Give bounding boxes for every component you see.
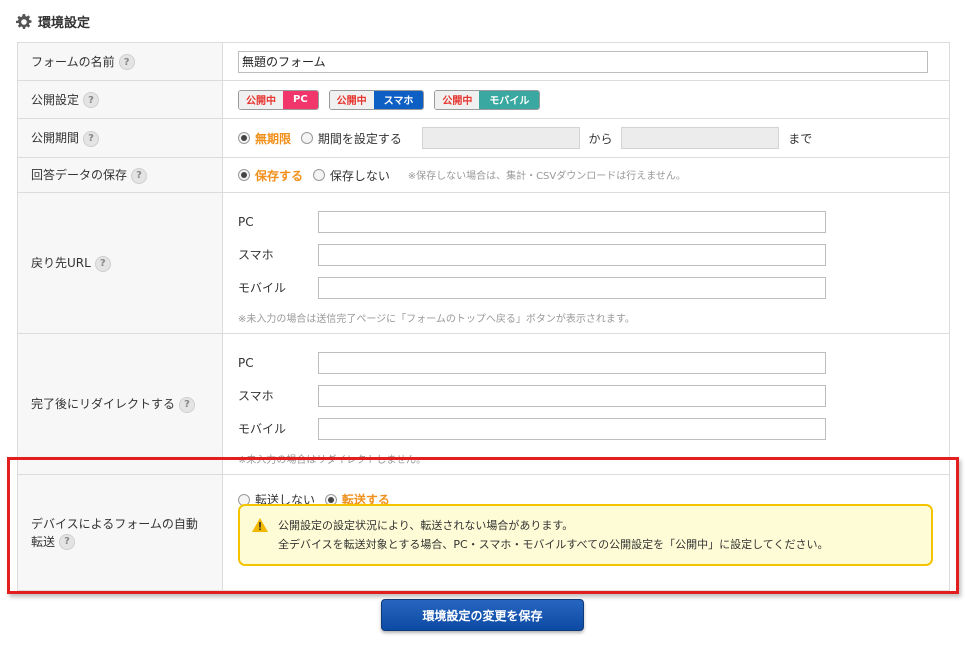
warning-icon [252, 518, 268, 532]
label-device-redirect: デバイスによるフォームの自動転送? [17, 474, 223, 591]
row-save-data: 回答データの保存? 保存する 保存しない ※保存しない場合は、集計・CSVダウン… [17, 157, 950, 193]
save-settings-button[interactable]: 環境設定の変更を保存 [381, 599, 584, 631]
save-data-note: ※保存しない場合は、集計・CSVダウンロードは行えません。 [407, 170, 686, 182]
gear-icon [16, 13, 32, 29]
redirect-pc-label: PC [238, 355, 254, 370]
return-url-note: ※未入力の場合は送信完了ページに「フォームのトップへ戻る」ボタンが表示されます。 [238, 314, 635, 325]
redirect-sp-label: スマホ [238, 389, 274, 403]
badge-device: モバイル [479, 90, 540, 109]
redirect-sp-input[interactable] [318, 384, 826, 407]
return-pc-label: PC [238, 214, 254, 229]
help-icon[interactable]: ? [59, 534, 76, 550]
badge-status: 公開中 [329, 90, 374, 109]
row-return-url: 戻り先URL? PC スマホ モバイル ※未入力の場合は送信完了ページに「フォー… [17, 192, 950, 334]
publish-badge-モバイル[interactable]: 公開中 モバイル [434, 89, 541, 110]
help-icon[interactable]: ? [83, 92, 100, 109]
return-mobile-label: モバイル [238, 281, 287, 295]
page-title: 環境設定 [16, 12, 90, 31]
help-icon[interactable]: ? [131, 167, 148, 184]
badge-device: スマホ [373, 90, 424, 109]
row-publish: 公開設定? 公開中 PC 公開中 スマホ 公開中 モバイル [17, 80, 950, 119]
help-icon[interactable]: ? [94, 255, 111, 272]
label-save-data: 回答データの保存? [17, 157, 223, 193]
radio-nosave[interactable]: 保存しない [312, 167, 390, 184]
badge-device: PC [283, 90, 318, 109]
help-icon[interactable]: ? [83, 130, 100, 147]
row-redirect: 完了後にリダイレクトする? PC スマホ モバイル ※未入力の場合はリダイレクト… [17, 333, 950, 475]
return-mobile-input[interactable] [318, 276, 826, 299]
period-end-input[interactable] [621, 127, 780, 149]
label-form-name: フォームの名前? [17, 42, 223, 81]
form-name-input[interactable] [238, 50, 928, 73]
label-return-url: 戻り先URL? [17, 192, 223, 334]
label-period: 公開期間? [17, 118, 223, 158]
period-start-input[interactable] [421, 127, 580, 149]
redirect-pc-input[interactable] [318, 351, 826, 374]
publish-badge-PC[interactable]: 公開中 PC [238, 89, 319, 110]
warning-line-2: 全デバイスを転送対象とする場合、PC・スマホ・モバイルすべての公開設定を「公開中… [278, 538, 829, 551]
help-icon[interactable]: ? [118, 54, 135, 71]
return-pc-input[interactable] [318, 210, 826, 233]
page-title-text: 環境設定 [38, 16, 91, 31]
row-period: 公開期間? 無期限 期間を設定する から まで [17, 118, 950, 158]
redirect-mobile-input[interactable] [318, 417, 826, 440]
badge-status: 公開中 [239, 90, 283, 109]
period-to-label: まで [788, 131, 813, 146]
row-form-name: フォームの名前? [17, 42, 950, 81]
radio-set-period[interactable]: 期間を設定する [300, 130, 402, 147]
warning-line-1: 公開設定の設定状況により、転送されない場合があります。 [278, 519, 574, 532]
help-icon[interactable]: ? [179, 396, 196, 413]
warning-box: 公開設定の設定状況により、転送されない場合があります。 全デバイスを転送対象とす… [238, 504, 933, 566]
period-from-label: から [588, 131, 613, 146]
radio-unlimited[interactable]: 無期限 [238, 130, 291, 147]
redirect-mobile-label: モバイル [238, 422, 287, 436]
return-sp-input[interactable] [318, 243, 826, 266]
redirect-note: ※未入力の場合はリダイレクトしません。 [238, 455, 427, 466]
label-publish: 公開設定? [17, 80, 223, 119]
publish-badges: 公開中 PC 公開中 スマホ 公開中 モバイル [222, 80, 950, 119]
label-redirect: 完了後にリダイレクトする? [17, 333, 223, 475]
radio-save[interactable]: 保存する [238, 167, 303, 184]
publish-badge-スマホ[interactable]: 公開中 スマホ [328, 89, 425, 110]
return-sp-label: スマホ [238, 248, 274, 262]
badge-status: 公開中 [435, 90, 480, 109]
